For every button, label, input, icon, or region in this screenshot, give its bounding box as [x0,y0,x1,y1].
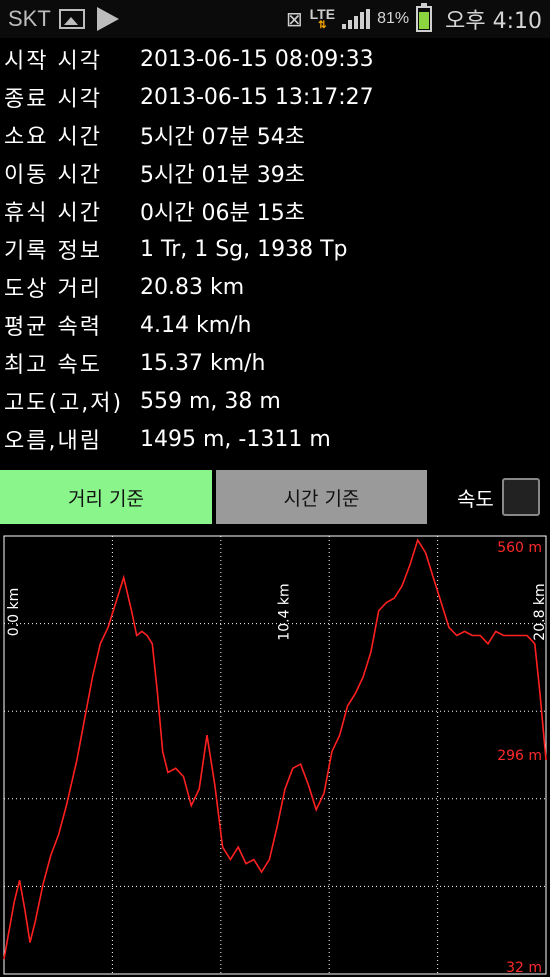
stat-moving-time: 이동 시간 5시간 01분 39초 [0,154,550,192]
stat-elapsed-time: 소요 시간 5시간 07분 54초 [0,116,550,154]
stat-label: 도상 거리 [4,277,102,302]
stat-label: 휴식 시간 [4,201,102,226]
y-tick-label: 296 m [497,748,542,764]
stat-label: 이동 시간 [4,163,102,188]
stat-value: 15.37 km/h [140,350,266,376]
chart-background [0,532,550,977]
vibrate-icon: ⊠ [285,7,303,31]
stat-value: 2013-06-15 13:17:27 [140,84,374,110]
stat-map-distance: 도상 거리 20.83 km [0,268,550,306]
battery-icon [416,3,433,32]
play-icon [96,7,119,31]
stat-value: 4.14 km/h [140,312,252,338]
status-bar: SKT ⊠ LTE ⇅ 81% 오후 4:10 [0,0,550,38]
chart-controls: 거리 기준 시간 기준 속도 [0,470,550,524]
x-tick-label: 20.8 km [532,583,548,640]
stat-ascent-descent: 오름,내림 1495 m, -1311 m [0,420,550,458]
carrier-label: SKT [8,6,51,31]
track-stats: 시작 시각 2013-06-15 08:09:33 종료 시각 2013-06-15… [0,40,550,458]
stat-end-time: 종료 시각 2013-06-15 13:17:27 [0,78,550,116]
stat-altitude: 고도(고,저) 559 m, 38 m [0,382,550,420]
battery-percent: 81% [377,10,410,27]
y-tick-label: 32 m [506,960,542,976]
stat-value: 559 m, 38 m [140,388,281,414]
time-basis-button[interactable]: 시간 기준 [216,470,427,524]
x-tick-label: 10.4 km [277,583,293,640]
stat-value: 20.83 km [140,274,245,300]
stat-label: 기록 정보 [4,239,102,264]
distance-basis-button[interactable]: 거리 기준 [0,470,212,524]
stat-value: 1 Tr, 1 Sg, 1938 Tp [140,236,348,262]
stat-max-speed: 최고 속도 15.37 km/h [0,344,550,382]
stat-label: 시작 시각 [4,49,102,74]
stat-start-time: 시작 시각 2013-06-15 08:09:33 [0,40,550,78]
stat-value: 5시간 07분 54초 [140,125,305,150]
stat-average-speed: 평균 속력 4.14 km/h [0,306,550,344]
stat-value: 1495 m, -1311 m [140,426,331,452]
stat-label: 고도(고,저) [4,391,124,416]
gallery-icon [58,9,85,29]
elevation-chart: 560 m 296 m 32 m 0.0 km 10.4 km 20.8 km [0,532,550,977]
elevation-chart-svg: 560 m 296 m 32 m 0.0 km 10.4 km 20.8 km [0,532,550,977]
stat-record-info: 기록 정보 1 Tr, 1 Sg, 1938 Tp [0,230,550,268]
network-indicator: LTE ⇅ [309,6,336,31]
clock: 오후 4:10 [445,9,542,34]
x-tick-label: 0.0 km [6,588,22,636]
stat-value: 2013-06-15 08:09:33 [140,46,374,72]
speed-checkbox[interactable] [501,478,540,516]
speed-label: 속도 [457,486,494,511]
stat-label: 종료 시각 [4,87,102,112]
stat-label: 오름,내림 [4,429,102,454]
stat-label: 최고 속도 [4,353,102,378]
stat-label: 소요 시간 [4,125,102,150]
stat-rest-time: 휴식 시간 0시간 06분 15초 [0,192,550,230]
stat-label: 평균 속력 [4,315,102,340]
stat-value: 0시간 06분 15초 [140,201,305,226]
y-tick-label: 560 m [497,540,542,556]
signal-icon [342,9,371,29]
stat-value: 5시간 01분 39초 [140,163,305,188]
